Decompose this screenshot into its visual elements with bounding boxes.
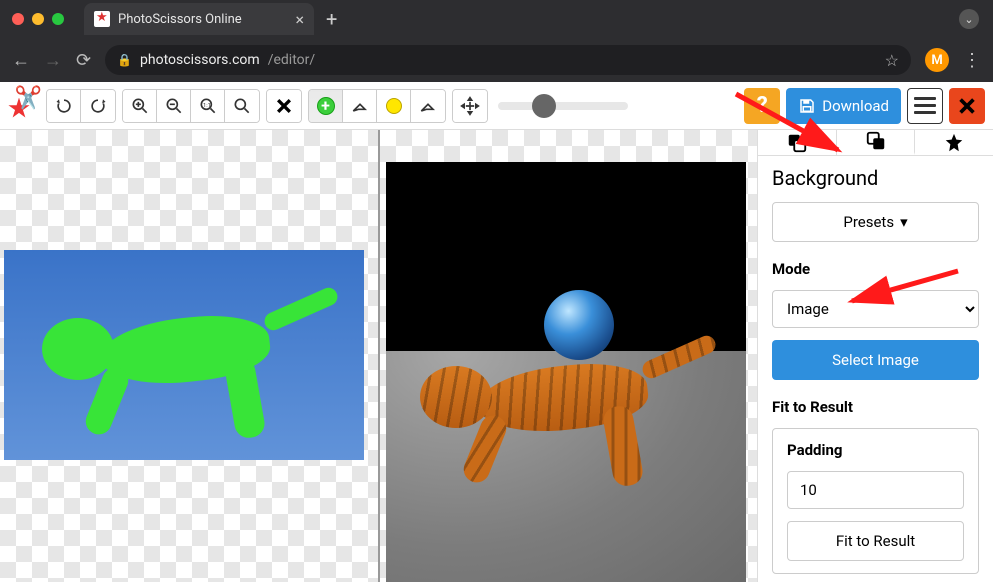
presets-dropdown[interactable]: Presets ▾: [772, 202, 979, 242]
app-logo: ✂️: [8, 90, 40, 122]
presets-label: Presets: [843, 213, 894, 231]
tab-close-icon[interactable]: ×: [295, 10, 304, 29]
panel-body: Background Presets ▾ Mode Image Select I…: [758, 156, 993, 584]
profile-avatar[interactable]: M: [925, 48, 949, 72]
padding-input[interactable]: [787, 471, 964, 509]
fit-to-result-button[interactable]: Fit to Result: [787, 521, 964, 561]
panel-heading: Background: [772, 166, 979, 190]
download-button[interactable]: Download: [786, 88, 901, 124]
result-subject: [412, 318, 712, 488]
window-controls: [8, 13, 72, 25]
select-image-button[interactable]: Select Image: [772, 340, 979, 380]
canvas-area: [0, 130, 757, 582]
brush-size-slider[interactable]: [498, 102, 628, 110]
undo-button[interactable]: [47, 90, 81, 122]
tab-bar: PhotoScissors Online × + ⌄: [0, 0, 993, 38]
yellow-circle-icon: [386, 98, 402, 114]
browser-menu-icon[interactable]: ⋮: [963, 50, 981, 71]
side-panel: Background Presets ▾ Mode Image Select I…: [757, 130, 993, 582]
menu-button[interactable]: [907, 88, 943, 124]
background-tab-icon: [865, 130, 887, 152]
favicon-icon: [94, 11, 110, 27]
zoom-fit-button[interactable]: [225, 90, 259, 122]
clear-group: [266, 89, 302, 123]
nav-back-button[interactable]: ←: [12, 50, 30, 71]
mode-label: Mode: [772, 260, 979, 278]
zoom-actual-button[interactable]: 1:1: [191, 90, 225, 122]
url-path: /editor/: [268, 52, 315, 68]
nav-forward-button[interactable]: →: [44, 50, 62, 71]
workspace: Background Presets ▾ Mode Image Select I…: [0, 130, 993, 582]
plus-circle-icon: +: [317, 97, 335, 115]
window-max-dot[interactable]: [52, 13, 64, 25]
download-label: Download: [822, 97, 889, 115]
browser-tab[interactable]: PhotoScissors Online ×: [84, 3, 314, 35]
tab-background[interactable]: [837, 130, 916, 155]
mode-select[interactable]: Image: [772, 290, 979, 328]
window-close-dot[interactable]: [12, 13, 24, 25]
zoom-in-button[interactable]: [123, 90, 157, 122]
zoom-out-button[interactable]: [157, 90, 191, 122]
source-image: [4, 250, 364, 460]
padding-label: Padding: [787, 441, 964, 459]
window-min-dot[interactable]: [32, 13, 44, 25]
tab-foreground[interactable]: [758, 130, 837, 155]
bookmark-star-icon[interactable]: ☆: [885, 51, 899, 70]
tabs-overflow-icon[interactable]: ⌄: [959, 9, 979, 29]
close-icon: [956, 95, 978, 117]
background-eraser-button[interactable]: [411, 90, 445, 122]
new-tab-button[interactable]: +: [326, 7, 337, 31]
browser-chrome: PhotoScissors Online × + ⌄ ← → ⟳ 🔒 photo…: [0, 0, 993, 82]
help-button[interactable]: ?: [744, 88, 780, 124]
fit-heading: Fit to Result: [772, 398, 979, 416]
caret-down-icon: ▾: [900, 213, 908, 231]
address-bar: ← → ⟳ 🔒 photoscissors.com/editor/ ☆ M ⋮: [0, 38, 993, 82]
url-domain: photoscissors.com: [140, 52, 260, 68]
fit-btn-label: Fit to Result: [836, 532, 915, 550]
foreground-mask-overlay: [34, 270, 334, 440]
app-toolbar: ✂️ 1:1 + ? Download: [0, 82, 993, 130]
svg-text:1:1: 1:1: [203, 102, 211, 108]
undo-redo-group: [46, 89, 116, 123]
marker-group: +: [308, 89, 446, 123]
save-icon: [798, 97, 816, 115]
clear-button[interactable]: [267, 90, 301, 122]
slider-knob[interactable]: [532, 94, 556, 118]
zoom-group: 1:1: [122, 89, 260, 123]
move-tool-button[interactable]: [453, 90, 487, 122]
foreground-tab-icon: [786, 132, 808, 154]
foreground-eraser-button[interactable]: [343, 90, 377, 122]
redo-button[interactable]: [81, 90, 115, 122]
panel-tabs: [758, 130, 993, 156]
lock-icon: 🔒: [117, 53, 132, 67]
move-group: [452, 89, 488, 123]
star-tab-icon: [943, 132, 965, 154]
fit-card: Padding Fit to Result: [772, 428, 979, 574]
result-image: [386, 162, 746, 582]
nav-reload-button[interactable]: ⟳: [76, 50, 91, 71]
question-icon: ?: [757, 93, 768, 118]
tab-effects[interactable]: [915, 130, 993, 155]
background-marker-button[interactable]: [377, 90, 411, 122]
close-button[interactable]: [949, 88, 985, 124]
source-canvas[interactable]: [0, 130, 378, 582]
result-canvas[interactable]: [380, 130, 758, 582]
select-image-label: Select Image: [832, 351, 919, 369]
tab-title: PhotoScissors Online: [118, 12, 242, 27]
url-box[interactable]: 🔒 photoscissors.com/editor/ ☆: [105, 45, 911, 75]
foreground-marker-button[interactable]: +: [309, 90, 343, 122]
